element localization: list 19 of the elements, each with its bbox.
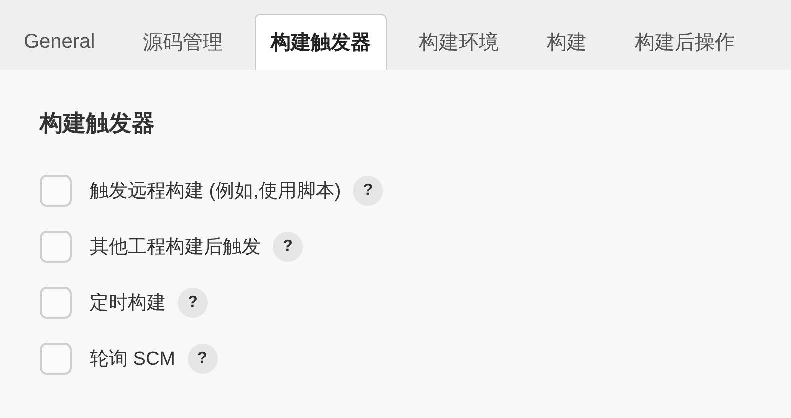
section-title: 构建触发器	[40, 109, 156, 138]
option-label: 定时构建	[90, 292, 166, 316]
tab[interactable]: 构建环境	[403, 14, 516, 70]
checkbox[interactable]	[40, 343, 72, 375]
option-label: 其他工程构建后触发	[90, 236, 261, 260]
help-button[interactable]: ?	[188, 344, 218, 374]
help-button[interactable]: ?	[353, 176, 384, 206]
tab[interactable]: 构建	[531, 14, 604, 70]
tab[interactable]: 源码管理	[127, 14, 240, 70]
help-button[interactable]: ?	[273, 232, 303, 262]
checkbox[interactable]	[40, 175, 72, 207]
help-button[interactable]: ?	[178, 288, 208, 318]
tab[interactable]: 构建触发器	[255, 14, 388, 70]
option-label: 触发远程构建 (例如,使用脚本)	[90, 180, 342, 204]
checkbox[interactable]	[40, 287, 72, 319]
tab[interactable]: 构建后操作	[619, 14, 752, 70]
checkbox[interactable]	[40, 231, 72, 263]
tab[interactable]: General	[8, 14, 112, 70]
option-label: 轮询 SCM	[90, 348, 176, 372]
